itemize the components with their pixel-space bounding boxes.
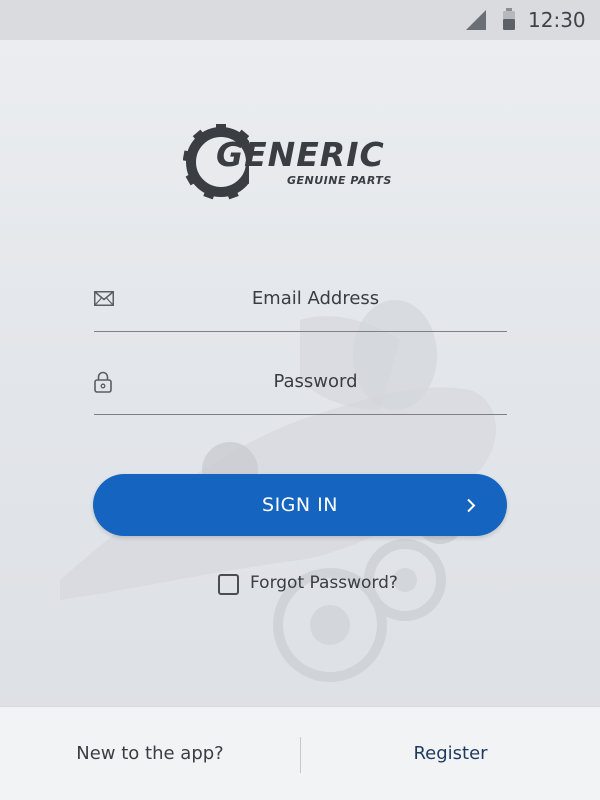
signal-icon <box>466 10 486 30</box>
status-bar: 12:30 <box>0 0 600 40</box>
password-field <box>94 364 507 415</box>
brand-name: GENERIC <box>216 135 385 174</box>
sign-in-button[interactable]: SIGN IN <box>93 474 507 536</box>
email-input[interactable] <box>124 281 507 315</box>
battery-icon <box>503 8 515 30</box>
lock-icon <box>94 371 112 393</box>
footer: New to the app? Register <box>0 706 600 800</box>
forgot-password-label[interactable]: Forgot Password? <box>250 573 398 593</box>
brand-tagline: GENUINE PARTS <box>287 174 392 187</box>
chevron-right-icon <box>467 498 476 513</box>
status-time: 12:30 <box>528 8 586 32</box>
envelope-icon <box>94 291 114 306</box>
login-screen: 12:30 GENERIC GENUINE PARTS Email Addres… <box>0 0 600 800</box>
password-input[interactable] <box>124 364 507 398</box>
email-field <box>94 281 507 332</box>
sign-in-label: SIGN IN <box>262 494 338 516</box>
forgot-password-checkbox[interactable] <box>218 574 239 595</box>
new-user-text: New to the app? <box>76 743 224 764</box>
register-link[interactable]: Register <box>301 707 600 800</box>
